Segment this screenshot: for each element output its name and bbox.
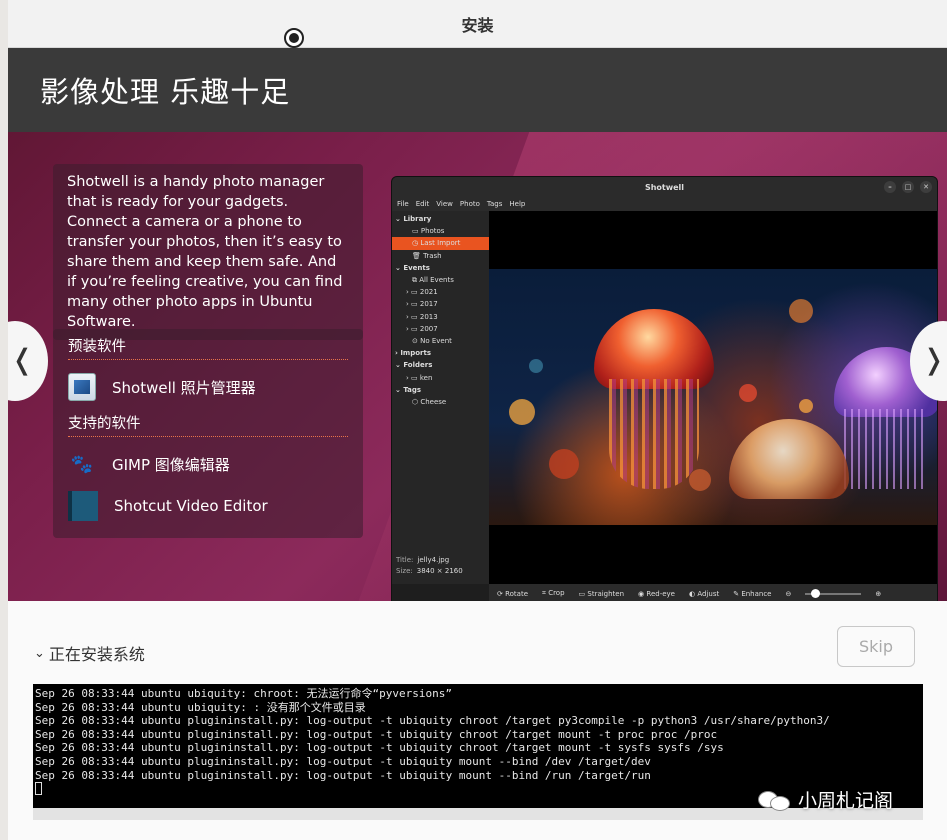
sidebar-folders: ⌄ Folders [395, 361, 433, 370]
shotwell-menubar: File Edit View Photo Tags Help [392, 197, 937, 211]
app-label: Shotwell 照片管理器 [112, 378, 256, 397]
slide-description: Shotwell is a handy photo manager that i… [53, 164, 363, 340]
sidebar-year: › ▭ 2007 [406, 324, 438, 333]
previous-slide-button[interactable]: ❬ [8, 321, 48, 401]
photo-info: Title: jelly4.jpg Size: 3840 × 2160 [396, 556, 463, 575]
log-line: Sep 26 08:33:44 ubuntu ubiquity: : 没有那个文… [35, 700, 366, 714]
jellyfish-photo [489, 269, 937, 525]
app-label: GIMP 图像编辑器 [112, 455, 230, 474]
log-line: Sep 26 08:33:44 ubuntu plugininstall.py:… [35, 714, 830, 728]
slide-header: 影像处理 乐趣十足 [8, 48, 947, 132]
log-line: Sep 26 08:33:44 ubuntu plugininstall.py:… [35, 727, 718, 741]
menu-photo: Photo [459, 200, 480, 208]
menu-edit: Edit [415, 200, 430, 208]
app-shotwell: Shotwell 照片管理器 [68, 370, 348, 404]
rotate-tool: ⟳ Rotate [497, 589, 529, 598]
shotwell-title: Shotwell [644, 182, 685, 192]
sidebar-last-import: ◷ Last Import [392, 237, 489, 250]
sidebar-year: › ▭ 2017 [406, 300, 438, 309]
shotwell-titlebar: Shotwell – □ ✕ [392, 177, 937, 197]
shotwell-screenshot: Shotwell – □ ✕ File Edit View Photo Tags… [391, 176, 938, 601]
sidebar-no-event: ⊙ No Event [412, 336, 452, 345]
sidebar-all-events: ⧉ All Events [412, 275, 454, 285]
app-gimp: 🐾 GIMP 图像编辑器 [68, 447, 348, 481]
sidebar-year: › ▭ 2013 [406, 312, 438, 321]
enhance-tool: ✎ Enhance [733, 589, 772, 598]
title-bar: 安装 [8, 0, 947, 48]
sidebar-imports: › Imports [395, 349, 432, 358]
app-label: Shotcut Video Editor [114, 497, 268, 515]
chevron-right-icon: ❭ [922, 343, 946, 376]
sidebar-folder-ken: › ▭ ken [406, 373, 433, 382]
window-title: 安装 [461, 15, 494, 35]
red-eye-tool: ◉ Red-eye [638, 589, 675, 598]
sidebar-year: › ▭ 2021 [406, 288, 438, 297]
shotwell-sidebar: ⌄ Library ▭ Photos ◷ Last Import 🗑 Trash… [392, 211, 489, 584]
zoom-out-icon: ⊖ [785, 589, 792, 598]
crop-tool: ⌗ Crop [542, 589, 565, 597]
sidebar-tag-cheese: ⬡ Cheese [412, 397, 447, 406]
watermark: 小周札记阁 [758, 786, 893, 813]
log-line: Sep 26 08:33:44 ubuntu ubiquity: chroot:… [35, 687, 452, 700]
zoom-slider [805, 588, 862, 598]
sidebar-photos: ▭ Photos [412, 227, 445, 236]
sidebar-tags: ⌄ Tags [395, 385, 422, 394]
watermark-text: 小周札记阁 [798, 790, 894, 812]
sidebar-library: ⌄ Library [395, 215, 432, 224]
log-line: Sep 26 08:33:44 ubuntu plugininstall.py:… [35, 741, 724, 755]
log-line: Sep 26 08:33:44 ubuntu plugininstall.py:… [35, 768, 651, 782]
maximize-icon: □ [902, 181, 914, 193]
skip-button[interactable]: Skip [837, 626, 915, 667]
straighten-tool: ▭ Straighten [578, 589, 625, 598]
menu-file: File [397, 200, 409, 208]
slide-title: 影像处理 乐趣十足 [40, 75, 291, 109]
menu-tags: Tags [486, 200, 503, 208]
adjust-tool: ◐ Adjust [688, 589, 720, 598]
install-details-toggle[interactable]: ⌄ 正在安装系统 [34, 641, 145, 665]
chevron-down-icon: ⌄ [34, 645, 45, 661]
minimize-icon: – [884, 181, 896, 193]
installer-window: 安装 影像处理 乐趣十足 Shotwell is a handy photo m… [8, 0, 947, 840]
sidebar-events: ⌄ Events [395, 263, 430, 272]
wechat-icon [758, 789, 792, 811]
install-status: 正在安装系统 [48, 645, 145, 664]
shotwell-toolbar: ⟳ Rotate ⌗ Crop ▭ Straighten ◉ Red-eye ◐… [489, 584, 937, 601]
slideshow: 影像处理 乐趣十足 Shotwell is a handy photo mana… [8, 48, 947, 601]
chevron-left-icon: ❬ [10, 343, 34, 376]
shotwell-icon [68, 373, 96, 401]
mouse-cursor-icon [284, 28, 304, 48]
gimp-icon: 🐾 [70, 453, 94, 475]
zoom-in-icon: ⊕ [875, 589, 882, 598]
apps-panel: 预装软件 Shotwell 照片管理器 支持的软件 🐾 GIMP 图像编辑器 S… [53, 329, 363, 538]
preinstalled-heading: 预装软件 [68, 335, 348, 360]
close-icon: ✕ [920, 181, 932, 193]
menu-view: View [436, 200, 453, 208]
sidebar-trash: 🗑 Trash [412, 251, 442, 260]
photo-viewer [489, 211, 937, 584]
supported-heading: 支持的软件 [68, 412, 348, 437]
shotcut-icon [68, 491, 98, 521]
app-shotcut: Shotcut Video Editor [68, 489, 348, 523]
menu-help: Help [509, 200, 526, 208]
text-caret [35, 782, 42, 796]
log-line: Sep 26 08:33:44 ubuntu plugininstall.py:… [35, 754, 651, 768]
